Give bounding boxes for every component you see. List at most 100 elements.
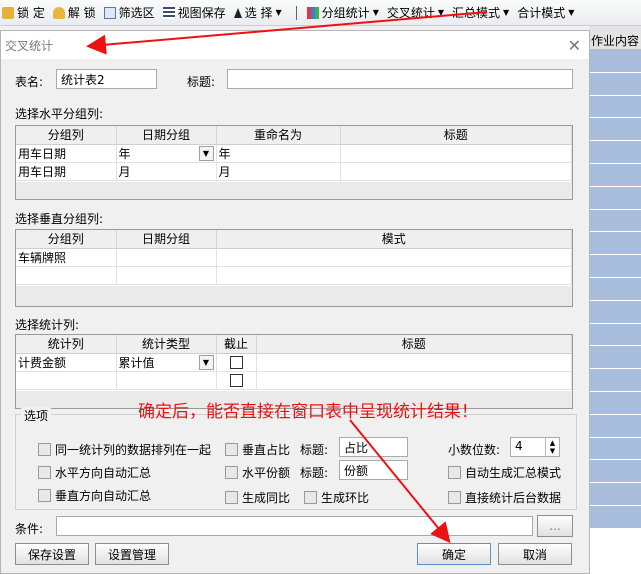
column-header[interactable]: 统计类型 — [116, 335, 217, 354]
column-header[interactable]: 重命名为 — [216, 126, 341, 145]
table-row[interactable] — [589, 460, 641, 484]
table-row[interactable] — [589, 186, 641, 210]
table-row[interactable] — [589, 255, 641, 278]
save-view-button[interactable]: 视图保存 — [161, 2, 228, 24]
total-mode-menu[interactable]: 合计模式 ▼ — [515, 2, 576, 24]
chevron-up-icon[interactable]: ▲ — [550, 439, 555, 447]
grid-cell[interactable]: 用车日期 — [16, 162, 117, 181]
stat-type-dropdown[interactable]: 累计值 ▼ — [116, 353, 217, 372]
chevron-down-icon[interactable]: ▼ — [550, 447, 555, 455]
column-header[interactable]: 统计列 — [16, 335, 117, 354]
column-header[interactable]: 分组列 — [16, 126, 117, 145]
table-row[interactable] — [589, 232, 641, 256]
cross-stats-menu[interactable]: 交叉统计 ▼ — [385, 2, 446, 24]
table-row[interactable] — [16, 371, 572, 390]
table-row[interactable] — [589, 50, 641, 73]
column-header[interactable]: 截止 — [216, 335, 257, 354]
checkbox[interactable] — [38, 466, 51, 479]
ok-button[interactable]: 确定 — [417, 543, 491, 565]
table-row[interactable] — [589, 277, 641, 301]
grid-cell[interactable]: 车辆牌照 — [16, 248, 117, 267]
column-header[interactable]: 日期分组 — [116, 126, 217, 145]
column-header[interactable]: 模式 — [216, 230, 572, 249]
table-row[interactable] — [589, 300, 641, 324]
cutoff-checkbox[interactable] — [229, 356, 243, 369]
condition-browse-button[interactable]: ... — [537, 515, 573, 537]
close-icon[interactable]: ✕ — [568, 36, 581, 55]
table-row[interactable] — [589, 346, 641, 370]
grid-cell[interactable]: 月 — [216, 162, 341, 181]
chevron-down-icon[interactable]: ▼ — [198, 145, 214, 161]
grid-cell[interactable]: 月 — [116, 162, 217, 181]
date-group-dropdown[interactable]: 年 ▼ — [116, 144, 217, 163]
dialog-title-bar[interactable]: 交叉统计 ✕ — [1, 31, 589, 59]
option-vertical-ratio[interactable]: 垂直占比 — [225, 441, 290, 458]
checkbox[interactable] — [448, 466, 461, 479]
table-row[interactable] — [589, 505, 641, 529]
condition-input[interactable] — [56, 516, 533, 536]
table-row[interactable]: 用车日期 月 月 — [16, 162, 572, 181]
select-menu[interactable]: 选 择 ▼ — [232, 2, 284, 24]
checkbox[interactable] — [448, 491, 461, 504]
column-header[interactable]: 标题 — [256, 335, 572, 354]
grid-cell[interactable] — [116, 248, 217, 267]
unlock-button[interactable]: 解 锁 — [51, 2, 98, 24]
save-settings-button[interactable]: 保存设置 — [15, 543, 89, 565]
table-row[interactable]: 车辆牌照 — [16, 248, 572, 267]
table-row[interactable] — [589, 391, 641, 415]
chevron-down-icon[interactable]: ▼ — [198, 354, 214, 370]
cancel-button[interactable]: 取消 — [498, 543, 572, 565]
table-row[interactable] — [589, 118, 641, 142]
group-stats-menu[interactable]: 分组统计 ▼ — [305, 2, 381, 24]
table-row[interactable] — [589, 163, 641, 187]
checkbox[interactable] — [38, 443, 51, 456]
table-row[interactable] — [589, 209, 641, 233]
summary-mode-menu[interactable]: 汇总模式 ▼ — [450, 2, 511, 24]
grid-cell[interactable] — [216, 248, 572, 267]
share-title-input[interactable]: 份额 — [339, 460, 408, 480]
checkbox[interactable] — [225, 466, 238, 479]
column-header-job-content[interactable]: 作业内容 — [589, 26, 641, 50]
table-row[interactable] — [589, 483, 641, 506]
option-horizontal-share[interactable]: 水平份额 — [225, 464, 290, 481]
column-header[interactable]: 日期分组 — [116, 230, 217, 249]
column-header[interactable]: 分组列 — [16, 230, 117, 249]
table-row[interactable] — [589, 369, 641, 392]
ratio-title-input[interactable]: 占比 — [339, 437, 408, 457]
filter-area-button[interactable]: 筛选区 — [102, 2, 157, 24]
table-row[interactable] — [589, 95, 641, 119]
option-mom[interactable]: 生成环比 — [304, 489, 369, 506]
table-row[interactable]: 计费金额 累计值 ▼ — [16, 353, 572, 372]
table-row[interactable] — [589, 414, 641, 438]
table-name-input[interactable]: 统计表2 — [56, 69, 157, 89]
manage-settings-button[interactable]: 设置管理 — [95, 543, 169, 565]
grid-cell[interactable]: 年 — [216, 144, 341, 163]
table-row[interactable] — [589, 437, 641, 461]
option-backend-stats[interactable]: 直接统计后台数据 — [448, 489, 561, 506]
stepper-buttons[interactable]: ▲ ▼ — [545, 438, 559, 456]
table-row[interactable]: 用车日期 年 ▼ 年 — [16, 144, 572, 163]
table-row[interactable] — [589, 323, 641, 347]
option-horizontal-auto-sum[interactable]: 水平方向自动汇总 — [38, 464, 151, 481]
option-vertical-auto-sum[interactable]: 垂直方向自动汇总 — [38, 487, 151, 504]
option-yoy[interactable]: 生成同比 — [225, 489, 290, 506]
option-same-stat-adjacent[interactable]: 同一统计列的数据排列在一起 — [38, 441, 211, 458]
table-row[interactable] — [589, 72, 641, 96]
checkbox[interactable] — [38, 489, 51, 502]
checkbox[interactable] — [304, 491, 317, 504]
lock-button[interactable]: 锁 定 — [0, 2, 47, 24]
option-auto-summary-mode[interactable]: 自动生成汇总模式 — [448, 464, 561, 481]
grid-cell[interactable] — [340, 162, 572, 181]
column-header[interactable]: 标题 — [340, 126, 572, 145]
checkbox[interactable] — [225, 443, 238, 456]
cutoff-checkbox[interactable] — [229, 374, 243, 387]
grid-cell[interactable] — [256, 353, 572, 372]
table-row[interactable] — [16, 266, 572, 285]
grid-cell[interactable] — [340, 144, 572, 163]
grid-cell[interactable]: 用车日期 — [16, 144, 117, 163]
table-row[interactable] — [589, 141, 641, 164]
caption-input[interactable] — [227, 69, 573, 89]
checkbox[interactable] — [225, 491, 238, 504]
grid-cell[interactable]: 计费金额 — [16, 353, 117, 372]
decimals-stepper[interactable]: 4 ▲ ▼ — [510, 437, 560, 457]
